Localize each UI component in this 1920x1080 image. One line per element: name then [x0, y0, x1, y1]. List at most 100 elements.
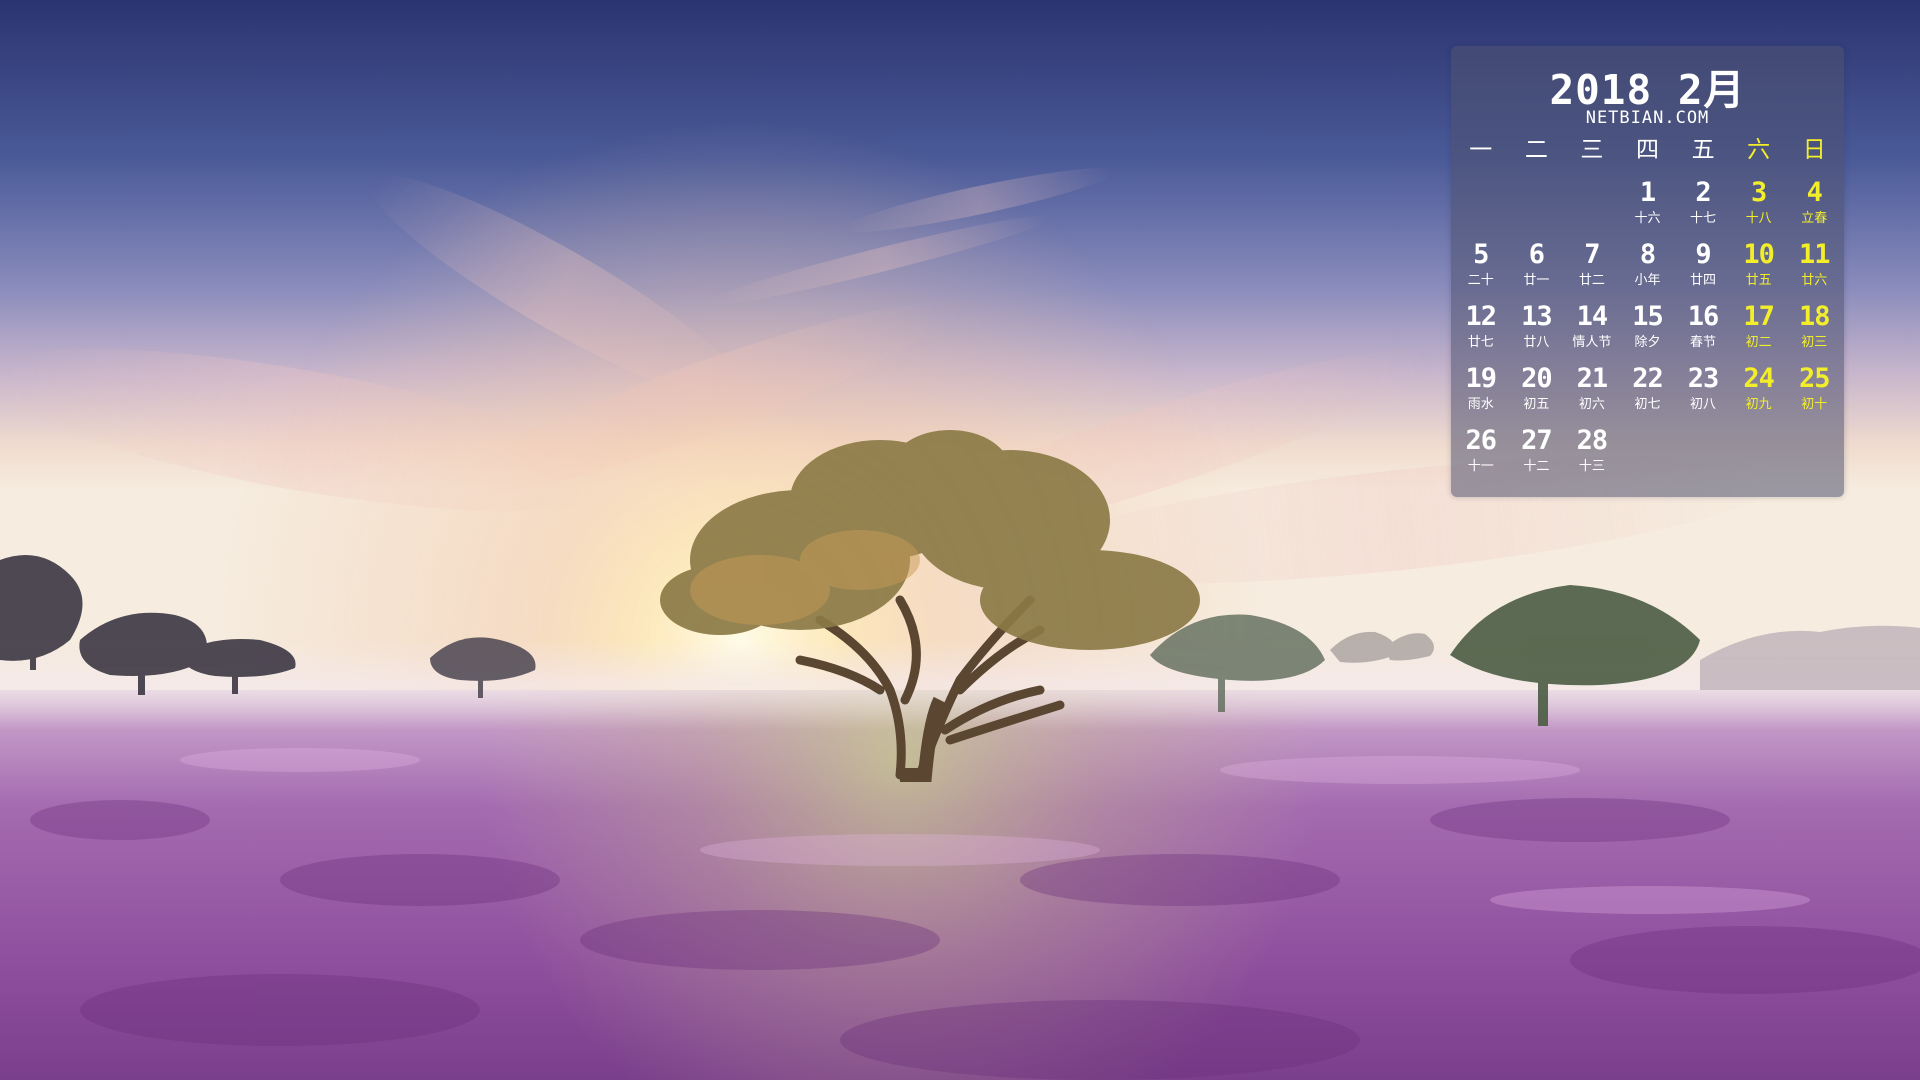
weekday-label: 一 — [1469, 137, 1493, 163]
calendar-day-cell: 23 初八 — [1675, 362, 1731, 424]
calendar-day-cell — [1564, 176, 1620, 238]
day-number: 14 — [1576, 301, 1609, 332]
calendar-day-cell — [1509, 176, 1565, 238]
calendar-day-cell: 12 廿七 — [1453, 300, 1509, 362]
lunar-date: 十七 — [1690, 211, 1717, 226]
calendar-weekday-header: 一二三四五六日 — [1451, 132, 1844, 168]
calendar-day-cell: 14 情人节 — [1564, 300, 1620, 362]
day-number: 5 — [1473, 239, 1489, 270]
day-number: 23 — [1687, 363, 1720, 394]
calendar-day-cell: 28 十三 — [1564, 424, 1620, 486]
lunar-date: 立春 — [1801, 211, 1828, 226]
day-number: 26 — [1465, 425, 1498, 456]
weekday-label: 四 — [1635, 137, 1659, 163]
lunar-date: 十六 — [1634, 211, 1661, 226]
lunar-date: 廿二 — [1578, 273, 1605, 288]
lunar-date: 初十 — [1801, 397, 1828, 412]
day-number: 20 — [1521, 363, 1553, 394]
calendar-day-cell: 5 二十 — [1453, 238, 1509, 300]
lunar-date: 初九 — [1745, 397, 1772, 412]
day-number: 24 — [1743, 363, 1775, 394]
lunar-date: 情人节 — [1572, 335, 1612, 350]
weekday-label: 日 — [1802, 137, 1826, 163]
calendar-day-cell: 10 廿五 — [1731, 238, 1787, 300]
day-number: 27 — [1521, 425, 1553, 456]
lunar-date: 廿七 — [1467, 335, 1494, 350]
day-number: 8 — [1639, 239, 1656, 270]
lunar-date: 十三 — [1578, 459, 1605, 474]
day-number: 7 — [1584, 239, 1600, 270]
calendar-widget: 2018 2月 NETBIAN.COM 一 二 三 四 五 六 日 1 十六 2 十七 3 十八 4 立春… — [1451, 46, 1844, 497]
calendar-day-cell: 4 立春 — [1786, 176, 1842, 238]
day-number: 22 — [1632, 363, 1664, 394]
lunar-date: 初六 — [1578, 397, 1605, 412]
lunar-date: 廿一 — [1523, 273, 1550, 288]
calendar-day-cell: 15 除夕 — [1620, 300, 1676, 362]
lunar-date: 二十 — [1467, 273, 1494, 288]
day-number: 12 — [1465, 301, 1498, 332]
day-number: 6 — [1528, 239, 1545, 270]
calendar-day-cell: 20 初五 — [1509, 362, 1565, 424]
lunar-date: 雨水 — [1467, 397, 1494, 412]
calendar-day-cell: 22 初七 — [1620, 362, 1676, 424]
lunar-date: 廿五 — [1745, 273, 1772, 288]
calendar-day-cell: 16 春节 — [1675, 300, 1731, 362]
weekday-label: 五 — [1691, 137, 1715, 163]
day-number: 9 — [1695, 239, 1711, 270]
day-number: 1 — [1639, 177, 1656, 208]
day-number: 18 — [1798, 301, 1831, 332]
calendar-day-cell — [1453, 176, 1509, 238]
weekday-label: 三 — [1580, 137, 1604, 163]
day-number: 28 — [1576, 425, 1609, 456]
calendar-day-cell: 11 廿六 — [1786, 238, 1842, 300]
calendar-day-cell: 19 雨水 — [1453, 362, 1509, 424]
calendar-day-cell: 26 十一 — [1453, 424, 1509, 486]
lunar-date: 十一 — [1467, 459, 1494, 474]
calendar-day-cell: 25 初十 — [1786, 362, 1842, 424]
day-number: 13 — [1521, 301, 1553, 332]
lunar-date: 初三 — [1801, 335, 1828, 350]
calendar-day-cell: 13 廿八 — [1509, 300, 1565, 362]
calendar-day-cell: 24 初九 — [1731, 362, 1787, 424]
calendar-day-cell: 7 廿二 — [1564, 238, 1620, 300]
lunar-date: 廿八 — [1523, 335, 1550, 350]
calendar-day-cell: 21 初六 — [1564, 362, 1620, 424]
lunar-date: 初八 — [1690, 397, 1717, 412]
day-number: 2 — [1695, 177, 1711, 208]
weekday-label: 六 — [1747, 137, 1771, 163]
lunar-date: 十八 — [1745, 211, 1772, 226]
calendar-day-cell: 27 十二 — [1509, 424, 1565, 486]
calendar-day-grid: 1 十六 2 十七 3 十八 4 立春 5 二十 6 廿一 7 廿二 8 小年 9 廿四 10 廿五 11 廿六 12 廿七 1… — [1451, 176, 1844, 486]
day-number: 21 — [1576, 363, 1609, 394]
lunar-date: 小年 — [1634, 273, 1661, 288]
lunar-date: 廿四 — [1690, 273, 1717, 288]
lunar-date: 十二 — [1523, 459, 1550, 474]
day-number: 17 — [1743, 301, 1775, 332]
weekday-label: 二 — [1524, 137, 1548, 163]
calendar-day-cell: 3 十八 — [1731, 176, 1787, 238]
day-number: 11 — [1798, 239, 1831, 270]
calendar-day-cell: 6 廿一 — [1509, 238, 1565, 300]
day-number: 19 — [1465, 363, 1498, 394]
day-number: 25 — [1798, 363, 1831, 394]
day-number: 3 — [1751, 177, 1767, 208]
calendar-month-title: 2018 2月 — [1549, 66, 1746, 114]
day-number: 10 — [1743, 239, 1775, 270]
lunar-date: 初二 — [1745, 335, 1772, 350]
calendar-site-watermark: NETBIAN.COM — [1585, 108, 1710, 128]
calendar-day-cell: 1 十六 — [1620, 176, 1676, 238]
calendar-day-cell: 9 廿四 — [1675, 238, 1731, 300]
lunar-date: 除夕 — [1634, 335, 1661, 350]
calendar-day-cell: 2 十七 — [1675, 176, 1731, 238]
lunar-date: 初五 — [1523, 397, 1550, 412]
calendar-day-cell: 8 小年 — [1620, 238, 1676, 300]
calendar-day-cell: 17 初二 — [1731, 300, 1787, 362]
lunar-date: 廿六 — [1801, 273, 1828, 288]
day-number: 15 — [1632, 301, 1664, 332]
wallpaper-photo: 2018 2月 NETBIAN.COM 一 二 三 四 五 六 日 1 十六 2 十七 3 十八 4 立春… — [0, 0, 1920, 1080]
day-number: 4 — [1806, 177, 1823, 208]
lunar-date: 初七 — [1634, 397, 1661, 412]
calendar-day-cell: 18 初三 — [1786, 300, 1842, 362]
lunar-date: 春节 — [1690, 335, 1717, 350]
day-number: 16 — [1687, 301, 1720, 332]
